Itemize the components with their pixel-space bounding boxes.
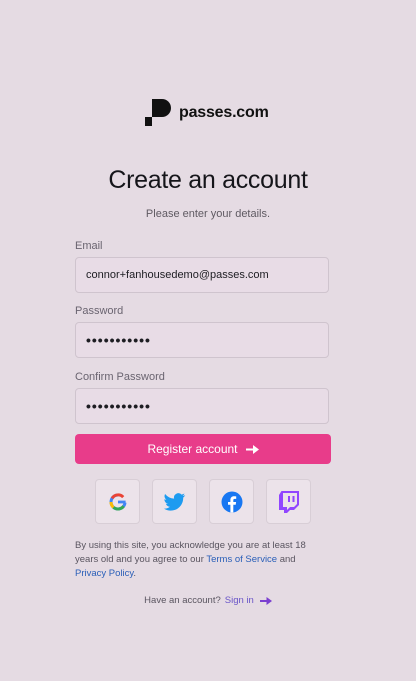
- page-subtitle: Please enter your details.: [145, 208, 271, 220]
- social-login-row: [95, 479, 311, 524]
- password-value: •••••••••••: [86, 332, 151, 348]
- twitter-icon: [163, 492, 185, 511]
- google-login-button[interactable]: [95, 479, 140, 524]
- register-button[interactable]: Register account: [75, 434, 331, 464]
- legal-and: and: [279, 554, 296, 565]
- brand-logo[interactable]: passes.com: [145, 99, 269, 126]
- facebook-login-button[interactable]: [209, 479, 254, 524]
- legal-notice: By using this site, you acknowledge you …: [75, 539, 331, 581]
- legal-period: .: [133, 568, 137, 579]
- confirm-password-field[interactable]: •••••••••••: [75, 388, 329, 424]
- google-icon: [108, 492, 126, 510]
- twitch-login-button[interactable]: [266, 479, 311, 524]
- email-label: Email: [75, 240, 103, 252]
- password-label: Password: [75, 305, 124, 317]
- twitter-login-button[interactable]: [152, 479, 197, 524]
- terms-of-service-link[interactable]: Terms of Service: [206, 554, 277, 565]
- arrow-right-icon: [259, 596, 272, 605]
- signin-prompt: Have an account? Sign in: [0, 595, 416, 606]
- password-field[interactable]: •••••••••••: [75, 322, 329, 358]
- passes-logo-icon: [145, 99, 171, 126]
- brand-name: passes.com: [179, 103, 269, 121]
- facebook-icon: [221, 491, 242, 512]
- arrow-right-icon: [245, 444, 259, 454]
- privacy-policy-link[interactable]: Privacy Policy: [75, 568, 133, 579]
- page-title: Create an account: [108, 166, 308, 194]
- signin-link-label: Sign in: [224, 595, 254, 606]
- email-value: connor+fanhousedemo@passes.com: [86, 269, 269, 281]
- twitch-icon: [278, 490, 299, 513]
- confirm-password-label: Confirm Password: [75, 371, 165, 383]
- email-field[interactable]: connor+fanhousedemo@passes.com: [75, 257, 329, 293]
- signin-prompt-text: Have an account?: [144, 595, 221, 606]
- signin-link[interactable]: Sign in: [225, 595, 272, 606]
- register-button-label: Register account: [147, 442, 238, 456]
- confirm-password-value: •••••••••••: [86, 398, 151, 414]
